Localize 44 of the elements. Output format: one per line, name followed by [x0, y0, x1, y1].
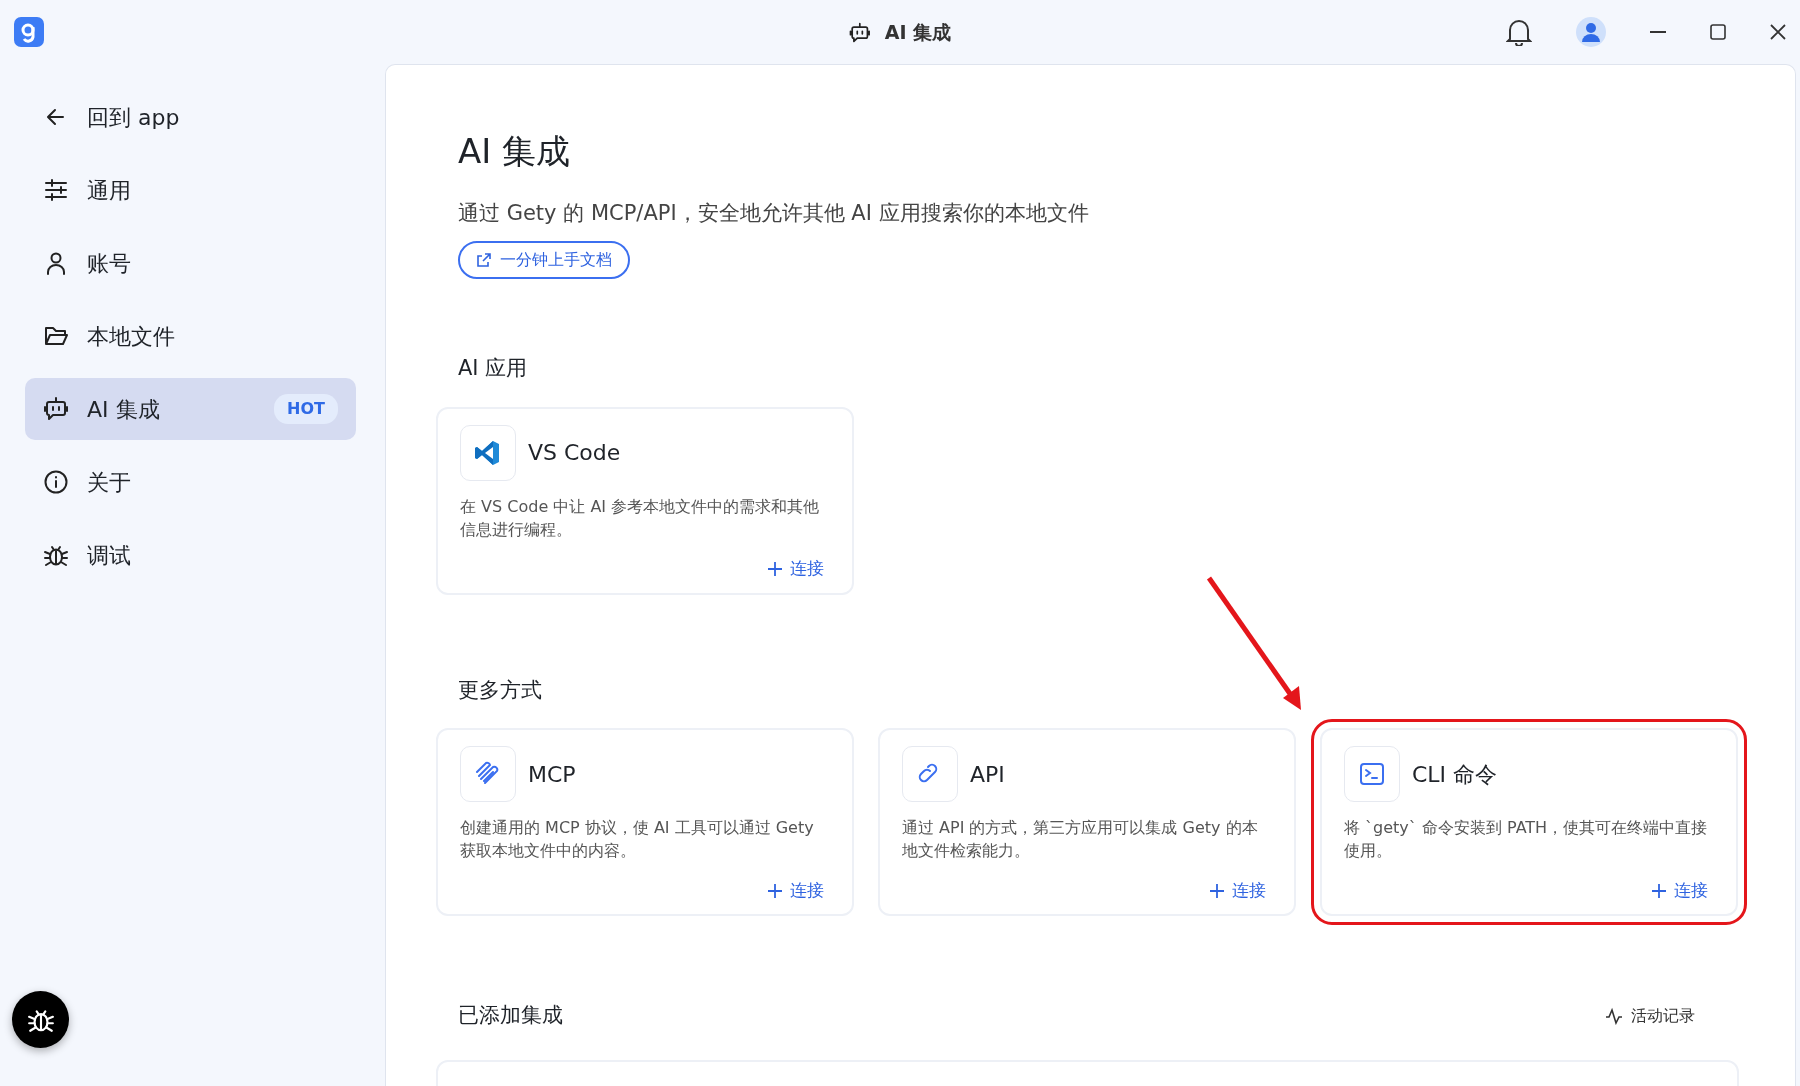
sidebar-item[interactable]: 账号 [25, 232, 356, 294]
hot-tag: HOT [274, 394, 338, 424]
robot-icon [848, 22, 871, 45]
doc-link[interactable]: 一分钟上手文档 [458, 241, 630, 280]
connect-link[interactable]: 连接 [762, 876, 830, 905]
debug-button[interactable] [12, 991, 69, 1048]
external-link-icon [476, 252, 492, 269]
sidebar-item[interactable]: 本地文件 [25, 305, 356, 367]
connect-link[interactable]: 连接 [1204, 876, 1272, 905]
section-title: 已添加集成 [458, 1002, 563, 1030]
sidebar-item[interactable]: 通用 [25, 159, 356, 221]
maximize-icon[interactable] [1710, 24, 1726, 40]
card-title: MCP [528, 760, 576, 789]
sidebar-item[interactable]: 关于 [25, 451, 356, 513]
back-link[interactable]: 回到 app [25, 86, 356, 148]
section-title: 更多方式 [458, 676, 543, 704]
card-title: CLI 命令 [1412, 760, 1498, 789]
plus-icon [1652, 883, 1666, 898]
connect-link[interactable]: 连接 [1646, 876, 1714, 905]
activity-link[interactable]: 活动记录 [1599, 1003, 1701, 1030]
page-title: AI 集成 [458, 131, 572, 172]
card-description: 在 VS Code 中让 AI 参考本地文件中的需求和其他信息进行编程。 [460, 495, 821, 541]
card-title: VS Code [528, 439, 621, 468]
info-icon [43, 469, 69, 495]
bell-icon[interactable] [1506, 18, 1532, 46]
close-icon[interactable] [1770, 24, 1786, 40]
robot-icon [43, 396, 69, 422]
section-title: AI 应用 [458, 355, 529, 383]
page-subtitle: 通过 Gety 的 MCP/API，安全地允许其他 AI 应用搜索你的本地文件 [458, 199, 1090, 227]
sidebar-item[interactable]: AI 集成 HOT [25, 378, 356, 440]
card-description: 将 `gety` 命令安装到 PATH，使其可在终端中直接使用。 [1344, 817, 1709, 863]
app-logo [14, 17, 44, 47]
plus-icon [1210, 883, 1224, 898]
card-title: API [970, 760, 1005, 789]
avatar-icon[interactable] [1576, 17, 1606, 47]
activity-icon [1605, 1007, 1623, 1026]
window-title: AI 集成 [884, 19, 952, 45]
sliders-icon [43, 177, 69, 203]
plus-icon [768, 883, 782, 898]
card-description: 通过 API 的方式，第三方应用可以集成 Gety 的本地文件检索能力。 [902, 817, 1259, 863]
card-description: 创建通用的 MCP 协议，使 AI 工具可以通过 Gety 获取本地文件中的内容。 [460, 817, 815, 863]
sidebar-item[interactable]: 调试 [25, 524, 356, 586]
plus-icon [768, 562, 782, 577]
connect-link[interactable]: 连接 [762, 555, 830, 583]
